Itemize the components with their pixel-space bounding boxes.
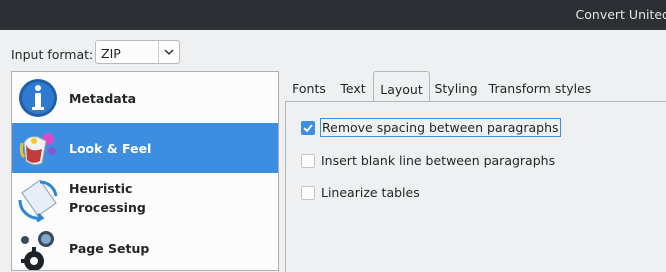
sidebar-item-label: Page Setup	[69, 241, 150, 256]
insert-blank-line-label: Insert blank line between paragraphs	[321, 153, 556, 168]
window-title: Convert United	[575, 7, 666, 22]
sidebar-item-label: Look & Feel	[69, 141, 152, 156]
sidebar-item-look-feel[interactable]: Look & Feel	[12, 123, 278, 173]
input-format-select[interactable]: ZIP	[95, 40, 180, 64]
linearize-tables-checkbox[interactable]	[301, 186, 315, 200]
heuristic-icon	[18, 179, 58, 222]
paint-bucket-icon	[19, 133, 56, 166]
title-bar: Convert United	[0, 0, 666, 30]
input-format-value: ZIP	[101, 46, 121, 61]
checkmark-icon	[303, 124, 313, 133]
layout-tab-panel: Remove spacing between paragraphs Insert…	[285, 101, 666, 272]
sidebar-item-label: Heuristic Processing	[69, 181, 146, 215]
input-format-label: Input format:	[11, 47, 94, 62]
chevron-down-icon	[164, 49, 174, 55]
tab-text[interactable]: Text	[333, 71, 373, 101]
tab-fonts[interactable]: Fonts	[285, 71, 333, 101]
info-icon	[19, 79, 57, 117]
select-divider	[158, 41, 159, 63]
insert-blank-line-checkbox[interactable]	[301, 154, 315, 168]
sidebar-item-label: Metadata	[69, 91, 137, 106]
sidebar-item-page-setup[interactable]: Page Setup	[12, 225, 278, 270]
tab-styling[interactable]: Styling	[428, 71, 484, 101]
gear-icon	[21, 231, 54, 270]
sidebar-item-metadata[interactable]: Metadata	[12, 72, 278, 122]
tab-layout[interactable]: Layout	[373, 71, 430, 102]
remove-spacing-checkbox[interactable]	[301, 121, 315, 135]
linearize-tables-label: Linearize tables	[321, 185, 420, 200]
tab-transform-styles[interactable]: Transform styles	[484, 71, 596, 101]
remove-spacing-label: Remove spacing between paragraphs	[320, 118, 561, 137]
sidebar: Metadata Look & Feel Heuristic Processing	[11, 71, 279, 271]
sidebar-item-heuristic[interactable]: Heuristic Processing	[12, 174, 278, 224]
